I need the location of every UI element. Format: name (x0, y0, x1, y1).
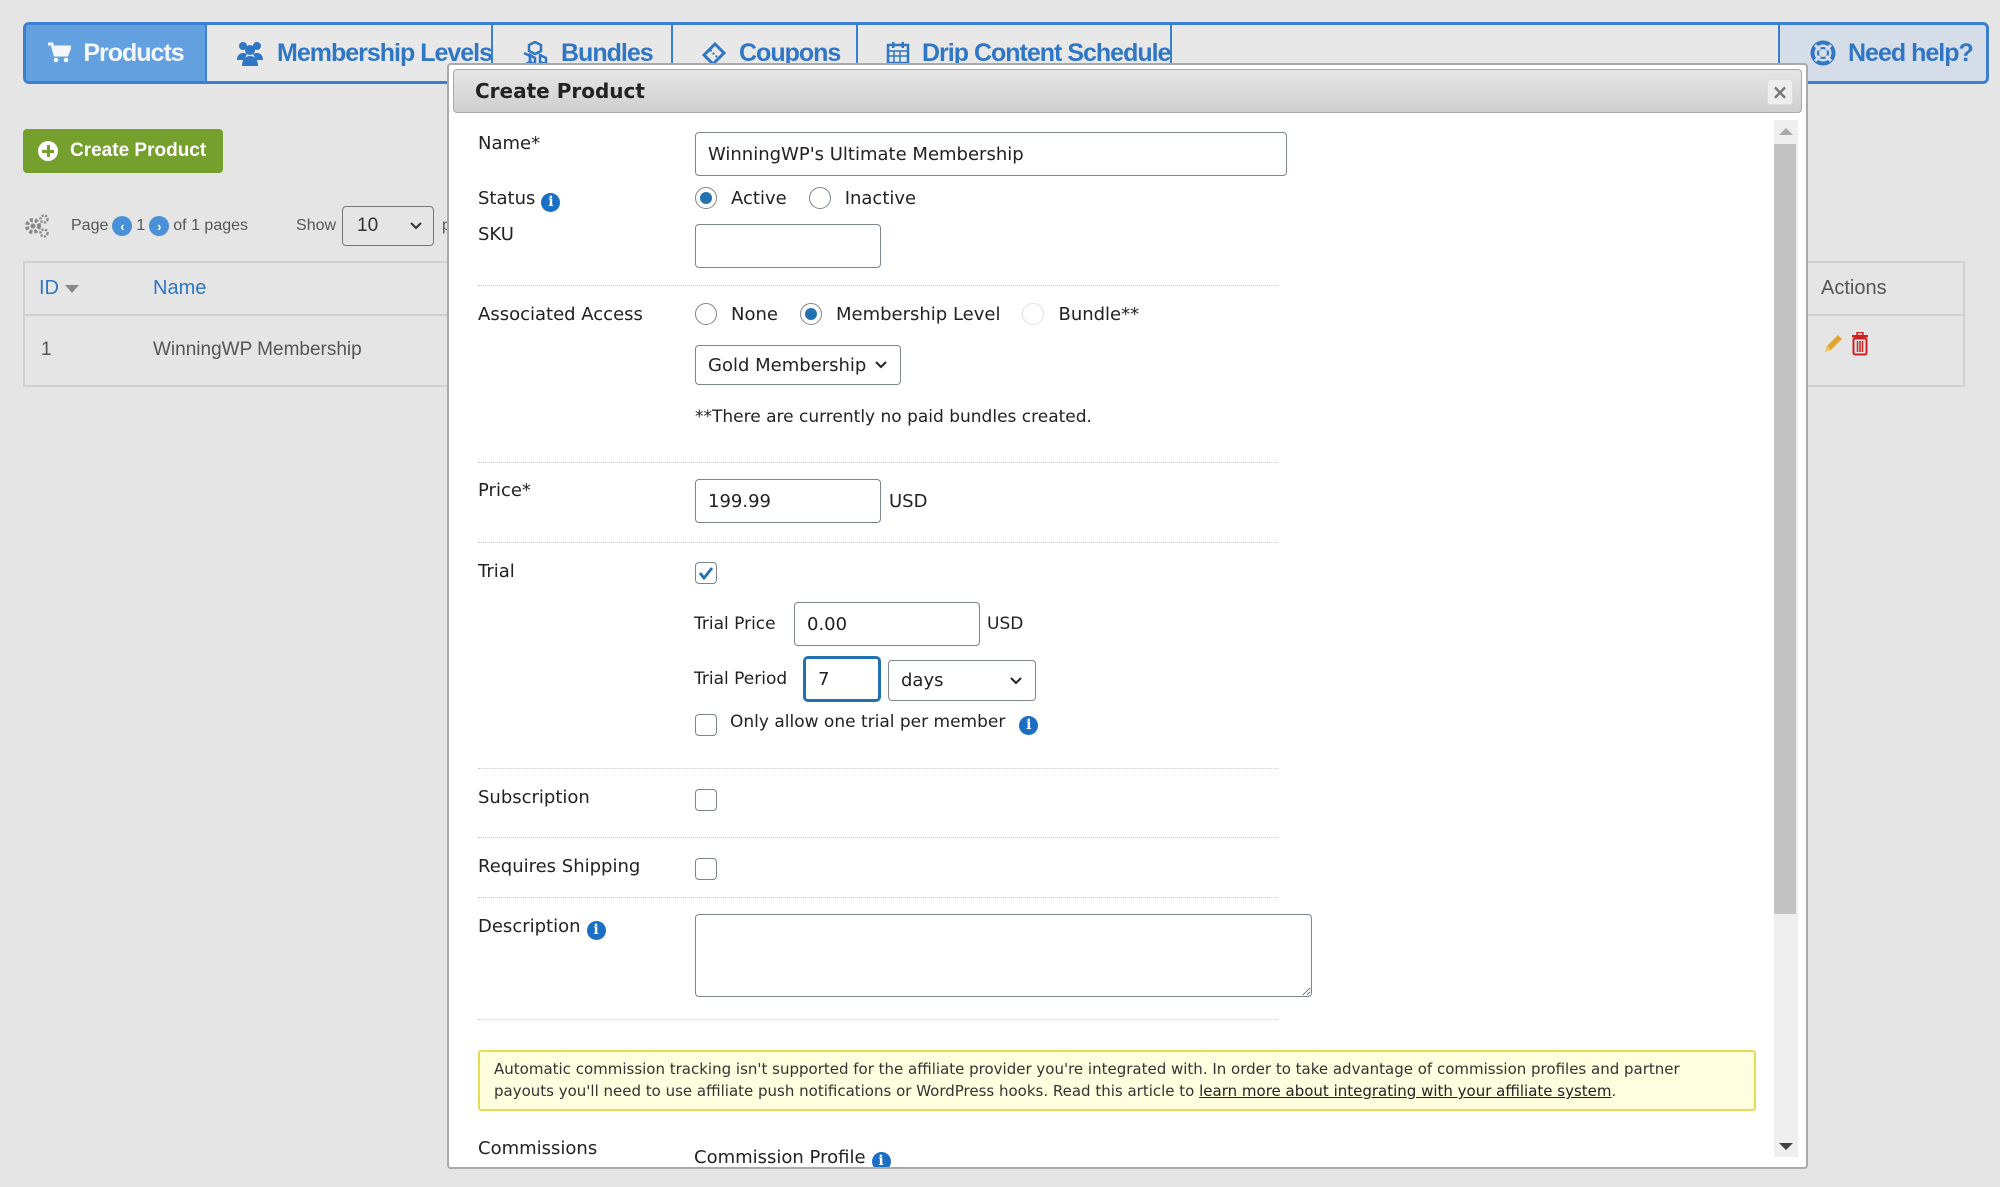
pagination-bar: Page ‹ 1 › of 1 pages Show 10 per page (23, 205, 505, 247)
users-icon (235, 40, 265, 66)
chevron-down-icon (410, 222, 422, 230)
price-label: Price* (478, 480, 531, 501)
trial-period-input[interactable] (804, 657, 880, 701)
associated-access-label: Associated Access (478, 304, 643, 325)
info-icon[interactable]: i (871, 1151, 891, 1167)
status-inactive-option[interactable]: Inactive (808, 187, 916, 209)
product-form: Name* Statusi Active Inactive SKU Associ… (449, 65, 1806, 1167)
trial-period-unit-value: days (901, 670, 944, 691)
description-textarea[interactable] (695, 914, 1312, 997)
divider (478, 1019, 1278, 1020)
access-membership-level-option[interactable]: Membership Level (799, 303, 1000, 325)
column-header-name[interactable]: Name (153, 277, 206, 300)
trial-checkbox[interactable] (695, 562, 717, 584)
sort-desc-icon (65, 284, 79, 293)
checkmark-icon (698, 567, 714, 580)
subscription-checkbox[interactable] (695, 789, 717, 811)
trial-price-currency: USD (987, 614, 1024, 634)
cart-icon (47, 42, 72, 64)
trial-period-unit-select[interactable]: days (888, 660, 1036, 701)
name-input[interactable] (695, 132, 1287, 176)
create-product-label: Create Product (70, 140, 207, 161)
radio-bundle (1022, 303, 1045, 325)
cell-name: WinningWP Membership (153, 339, 362, 360)
price-currency: USD (889, 491, 928, 512)
column-header-id[interactable]: ID (39, 277, 79, 300)
radio-membership-level[interactable] (799, 303, 822, 325)
tab-products[interactable]: Products (26, 25, 207, 81)
scrollbar-thumb[interactable] (1774, 144, 1796, 914)
create-product-button[interactable]: Create Product (23, 129, 223, 173)
prev-page-icon[interactable]: ‹ (112, 216, 133, 236)
membership-level-select[interactable]: Gold Membership (695, 345, 901, 385)
radio-inactive[interactable] (808, 187, 831, 209)
dialog-scrollbar[interactable] (1774, 120, 1798, 1157)
current-page: 1 (136, 217, 146, 234)
access-none-option[interactable]: None (695, 303, 778, 325)
lifebuoy-icon (1810, 40, 1836, 66)
ticket-icon (701, 41, 727, 65)
status-label: Status i (478, 188, 561, 212)
divider (478, 768, 1278, 769)
divider (478, 462, 1278, 463)
status-radio-group: Active Inactive (695, 187, 938, 209)
divider (478, 897, 1278, 898)
chevron-down-icon (875, 361, 887, 369)
calendar-icon (886, 41, 910, 65)
description-label: Description i (478, 916, 606, 940)
sku-label: SKU (478, 224, 514, 245)
commission-profile-label: Commission Profile i (694, 1147, 891, 1167)
divider (478, 285, 1278, 286)
trial-price-label: Trial Price (694, 614, 776, 634)
cell-id: 1 (41, 339, 52, 360)
one-trial-checkbox[interactable] (695, 714, 717, 736)
tab-label: Need help? (1848, 38, 1974, 67)
cubes-icon (521, 41, 549, 65)
subscription-label: Subscription (478, 787, 590, 808)
trial-price-input[interactable] (794, 602, 980, 646)
info-icon[interactable]: i (541, 192, 561, 212)
info-icon[interactable]: i (1019, 715, 1039, 735)
edit-pencil-icon[interactable] (1821, 332, 1845, 360)
membership-level-value: Gold Membership (708, 354, 867, 376)
chevron-down-icon (1010, 676, 1022, 684)
access-bundle-option: Bundle** (1022, 303, 1139, 325)
info-icon[interactable]: i (586, 920, 606, 940)
requires-shipping-label: Requires Shipping (478, 856, 641, 877)
per-page-value: 10 (357, 215, 379, 236)
need-help-button[interactable]: Need help? (1780, 25, 1986, 81)
gears-icon[interactable] (23, 212, 51, 240)
divider (478, 837, 1278, 838)
bundles-note: **There are currently no paid bundles cr… (695, 407, 1092, 427)
plus-circle-icon (38, 141, 58, 161)
scroll-down-icon[interactable] (1774, 1135, 1798, 1157)
per-page-select[interactable]: 10 (342, 206, 435, 246)
affiliate-integration-link[interactable]: learn more about integrating with your a… (1199, 1082, 1611, 1100)
radio-active[interactable] (695, 187, 717, 209)
column-header-actions: Actions (1821, 277, 1887, 299)
page-count: of 1 pages (173, 217, 249, 234)
trial-label: Trial (478, 561, 515, 582)
divider (478, 542, 1278, 543)
associated-access-radio-group: None Membership Level Bundle** (695, 303, 1161, 325)
affiliate-notice: Automatic commission tracking isn't supp… (478, 1050, 1756, 1111)
page-label: Page (71, 217, 109, 234)
next-page-icon[interactable]: › (149, 216, 170, 236)
radio-none[interactable] (695, 303, 717, 325)
requires-shipping-checkbox[interactable] (695, 858, 717, 880)
commissions-label: Commissions (478, 1138, 598, 1159)
show-label: Show (296, 217, 337, 234)
create-product-dialog: Create Product × Name* Statusi Active In… (447, 63, 1808, 1169)
one-trial-label: Only allow one trial per member i (730, 712, 1039, 735)
delete-trash-icon[interactable] (1849, 331, 1871, 360)
tab-label: Products (83, 38, 184, 67)
name-label: Name* (478, 133, 541, 154)
trial-period-label: Trial Period (694, 669, 788, 689)
status-active-option[interactable]: Active (695, 187, 787, 209)
scroll-up-icon[interactable] (1774, 120, 1798, 142)
sku-input[interactable] (695, 224, 881, 268)
price-input[interactable] (695, 479, 881, 523)
